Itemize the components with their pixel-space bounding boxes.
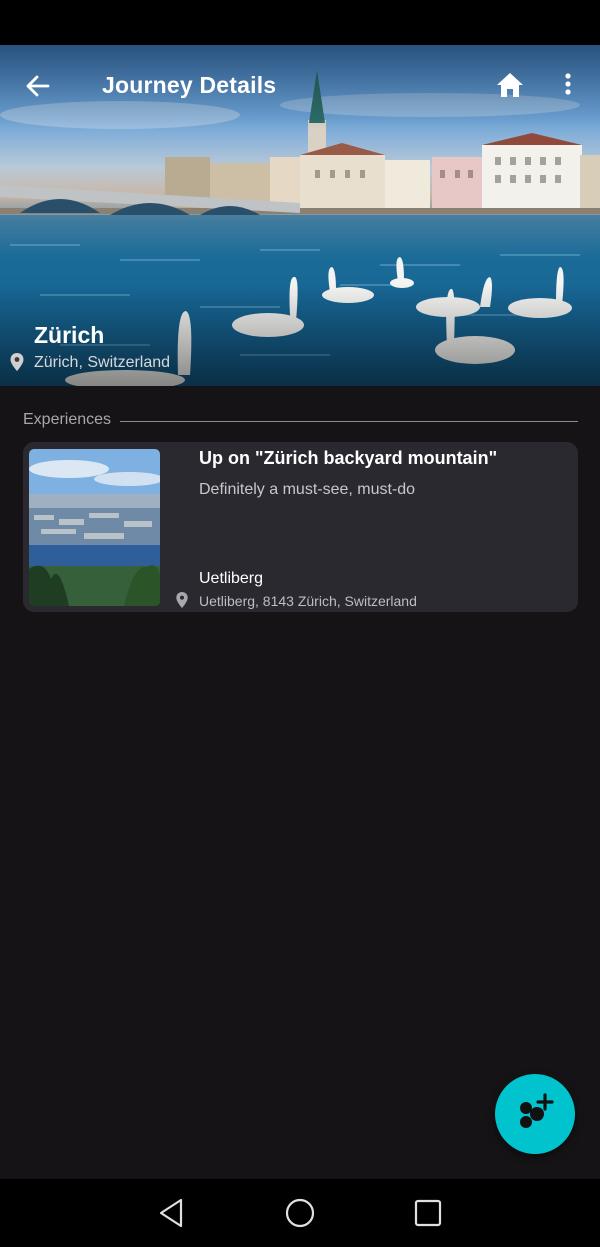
nav-recents-icon xyxy=(414,1199,442,1227)
experience-subtitle: Definitely a must-see, must-do xyxy=(199,481,416,498)
nav-home-button[interactable] xyxy=(282,1196,318,1230)
nav-back-icon xyxy=(159,1198,183,1228)
experience-card[interactable]: Up on "Zürich backyard mountain" Definit… xyxy=(23,442,578,612)
experience-address: Uetliberg, 8143 Zürich, Switzerland xyxy=(199,593,417,609)
add-experience-icon xyxy=(520,1093,554,1128)
city-location: Zürich, Switzerland xyxy=(34,354,171,371)
section-divider xyxy=(120,421,578,422)
nav-back-button[interactable] xyxy=(154,1196,190,1230)
experience-thumbnail xyxy=(29,449,160,606)
nav-home-icon xyxy=(285,1198,315,1228)
home-icon xyxy=(497,73,523,97)
page-title: Journey Details xyxy=(102,72,277,98)
add-experience-button[interactable] xyxy=(495,1074,575,1154)
back-button[interactable] xyxy=(22,71,56,101)
uetliberg-photo xyxy=(29,449,160,606)
system-nav-bar xyxy=(0,1179,600,1247)
more-vert-icon xyxy=(565,73,571,95)
more-options-button[interactable] xyxy=(558,69,578,99)
app-bar: Journey Details xyxy=(0,45,600,125)
arrow-back-icon xyxy=(26,75,50,97)
status-bar xyxy=(0,0,600,45)
city-name: Zürich xyxy=(34,322,105,348)
location-pin-icon xyxy=(176,592,188,608)
experience-place: Uetliberg xyxy=(199,570,264,587)
experience-title: Up on "Zürich backyard mountain" xyxy=(199,448,498,468)
nav-recents-button[interactable] xyxy=(409,1196,445,1230)
home-button[interactable] xyxy=(494,70,526,100)
location-pin-icon xyxy=(10,353,24,371)
experiences-section-label: Experiences xyxy=(23,411,112,428)
